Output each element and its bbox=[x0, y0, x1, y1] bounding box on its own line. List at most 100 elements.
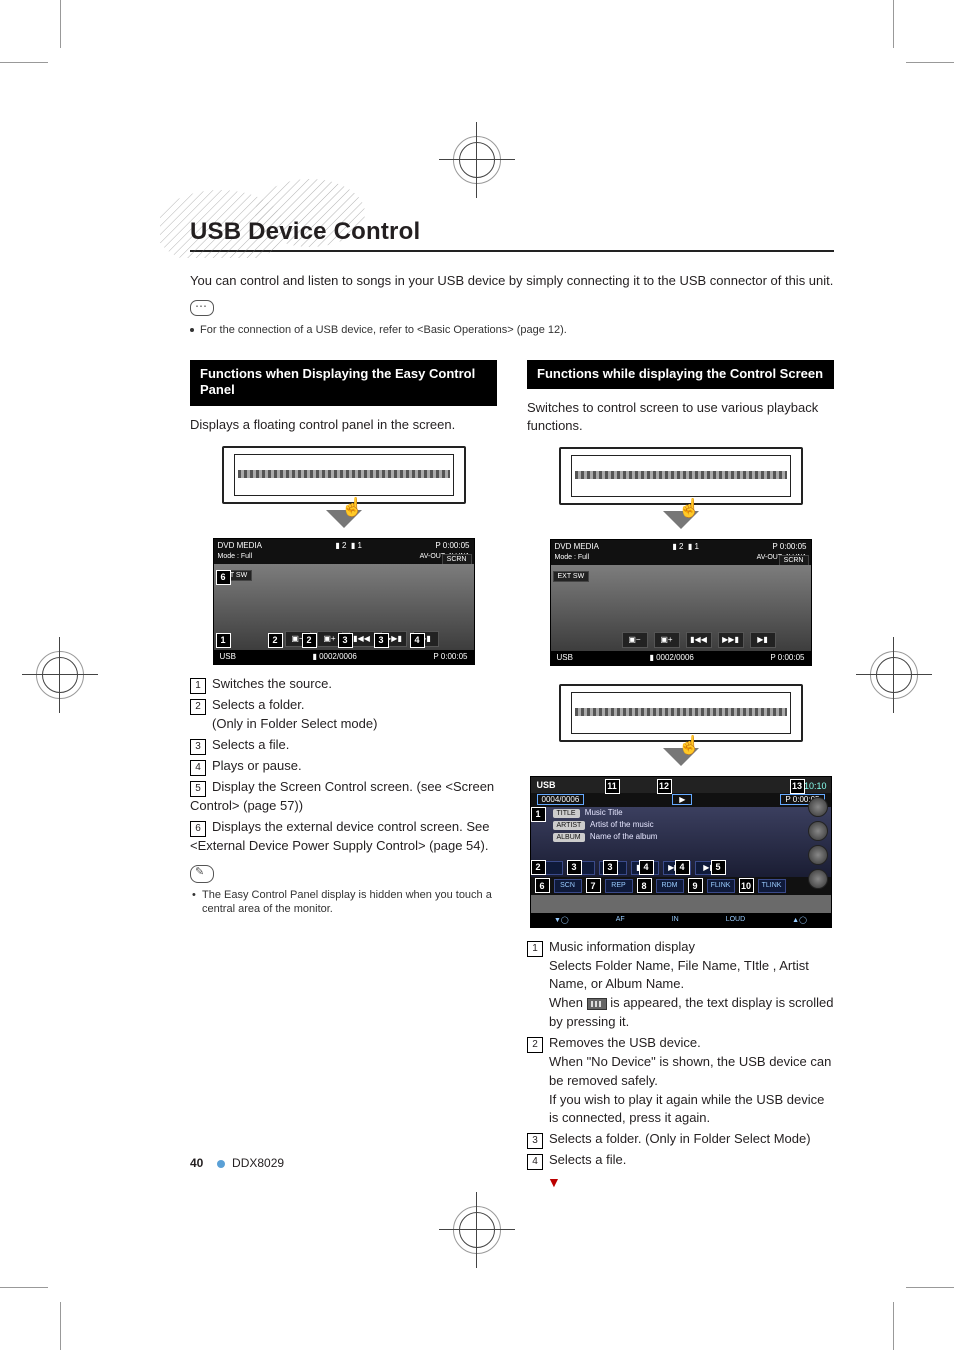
crop-mark bbox=[0, 1287, 48, 1288]
footer-dot-icon bbox=[217, 1160, 225, 1168]
manual-page: USB Device Control You can control and l… bbox=[0, 0, 954, 1350]
right-item-4: Selects a file. bbox=[549, 1152, 626, 1167]
right-callout-list: 1Music information display Selects Folde… bbox=[527, 938, 834, 1171]
ctrl-info-area: 1 TITLE Music Title ARTIST Artist of the… bbox=[531, 807, 831, 877]
ctrl-callout-2: 2 bbox=[531, 860, 546, 875]
crop-mark bbox=[60, 0, 61, 48]
shot-src-label: DVD MEDIA bbox=[218, 541, 262, 550]
ctrl-bottom-strip: ▼◯ AF IN LOUD ▲◯ bbox=[531, 913, 831, 927]
crop-mark bbox=[893, 0, 894, 48]
page-content: USB Device Control You can control and l… bbox=[190, 218, 834, 1190]
left-item-4: Plays or pause. bbox=[212, 758, 302, 773]
ext-sw-badge: EXT SW bbox=[553, 571, 590, 582]
registration-mark-top bbox=[447, 130, 507, 190]
callout-6: 6 bbox=[216, 570, 231, 585]
left-item-2-sub: (Only in Folder Select mode) bbox=[212, 715, 497, 734]
ctrl-callout-4b: 4 bbox=[675, 860, 690, 875]
ctrl-callout-3b: 3 bbox=[603, 860, 618, 875]
continue-indicator-icon: ▼ bbox=[547, 1174, 834, 1190]
ctrl-callout-4: 4 bbox=[639, 860, 654, 875]
note-row bbox=[190, 300, 834, 318]
shot-control-bar: ▣− ▣+ ▮◀◀ ▶▶▮ ▶▮ bbox=[593, 632, 805, 648]
right-item-1-sub2: When is appeared, the text display is sc… bbox=[549, 994, 834, 1032]
callout-1: 1 bbox=[216, 633, 231, 648]
touch-hand-icon: ☝ bbox=[678, 735, 700, 756]
shot-foot-src: USB bbox=[220, 652, 236, 661]
ctrl-title: Music Title bbox=[585, 808, 623, 817]
ctrl-src: USB bbox=[537, 780, 556, 790]
ctrl-album: Name of the album bbox=[590, 832, 658, 841]
ctrl-callout-13: 13 bbox=[790, 779, 805, 794]
ctrl-play-state: ▶ bbox=[672, 794, 692, 805]
left-section-heading: Functions when Displaying the Easy Contr… bbox=[190, 360, 497, 407]
registration-mark-left bbox=[30, 645, 90, 705]
ctrl-callout-11: 11 bbox=[605, 779, 620, 794]
left-callout-list: 1Switches the source. 2Selects a folder.… bbox=[190, 675, 497, 856]
scroll-icon bbox=[587, 998, 607, 1010]
ctrl-button-row: 6 SCN 7 REP 8 RDM 9 FLINK 10 TLINK bbox=[531, 877, 831, 895]
crop-mark bbox=[906, 1287, 954, 1288]
model-name: DDX8029 bbox=[232, 1156, 284, 1170]
callout-3b: 3 bbox=[374, 633, 389, 648]
page-title: USB Device Control bbox=[190, 218, 834, 246]
side-icon bbox=[808, 845, 828, 865]
right-item-2-sub1: When "No Device" is shown, the USB devic… bbox=[549, 1053, 834, 1091]
side-icon bbox=[808, 821, 828, 841]
callout-3: 3 bbox=[338, 633, 353, 648]
tip-icon bbox=[190, 865, 214, 883]
right-item-3: Selects a folder. (Only in Folder Select… bbox=[549, 1131, 811, 1146]
right-section-heading: Functions while displaying the Control S… bbox=[527, 360, 834, 390]
shot-time: P 0:00:05 bbox=[435, 541, 469, 550]
crop-mark bbox=[60, 1302, 61, 1350]
left-tip-text: The Easy Control Panel display is hidden… bbox=[202, 888, 497, 918]
shot-control-bar: ▣− ▣+ ▮◀◀ ▶▶▮ ▶▮ bbox=[256, 631, 468, 647]
touch-hand-icon: ☝ bbox=[678, 498, 700, 519]
side-icon bbox=[808, 797, 828, 817]
ctrl-count: 0004/0006 bbox=[537, 794, 585, 805]
touch-hand-icon: ☝ bbox=[341, 497, 363, 518]
side-icon bbox=[808, 869, 828, 889]
callout-2: 2 bbox=[268, 633, 283, 648]
crop-mark bbox=[906, 62, 954, 63]
two-column-layout: Functions when Displaying the Easy Contr… bbox=[190, 360, 834, 1191]
easy-panel-screenshot: DVD MEDIA ▮ 2 ▮ 1 P 0:00:05 Mode : Full … bbox=[213, 538, 475, 665]
callout-2b: 2 bbox=[302, 633, 317, 648]
intro-text: You can control and listen to songs in y… bbox=[190, 272, 834, 290]
ctrl-callout-10: 10 bbox=[739, 878, 754, 893]
connection-note-text: For the connection of a USB device, refe… bbox=[200, 324, 567, 336]
left-item-2: Selects a folder. bbox=[212, 697, 305, 712]
right-column: Functions while displaying the Control S… bbox=[527, 360, 834, 1191]
tip-row bbox=[190, 865, 497, 883]
right-item-1: Music information display bbox=[549, 939, 695, 954]
crop-mark bbox=[893, 1302, 894, 1350]
registration-mark-bottom bbox=[447, 1200, 507, 1260]
left-item-5: Display the Screen Control screen. (see … bbox=[190, 779, 494, 813]
page-number: 40 bbox=[190, 1156, 203, 1170]
info-icon bbox=[190, 300, 214, 316]
shot-foot-time: P 0:00:05 bbox=[433, 652, 467, 661]
section-title-bar: USB Device Control bbox=[190, 218, 834, 252]
device-illustration: ☝ bbox=[222, 446, 466, 504]
right-item-2: Removes the USB device. bbox=[549, 1035, 701, 1050]
right-panel-screenshot: DVD MEDIA ▮ 2 ▮ 1 P 0:00:05 Mode : Full … bbox=[550, 539, 812, 666]
registration-mark-right bbox=[864, 645, 924, 705]
control-screen-screenshot: USB 10:10 0004/0006 ▶ P 0:00:05 11 12 13… bbox=[530, 776, 832, 928]
ctrl-callout-9: 9 bbox=[688, 878, 703, 893]
right-item-2-sub2: If you wish to play it again while the U… bbox=[549, 1091, 834, 1129]
page-footer: 40 DDX8029 bbox=[190, 1156, 284, 1170]
ctrl-callout-3: 3 bbox=[567, 860, 582, 875]
ctrl-callout-5: 5 bbox=[711, 860, 726, 875]
ctrl-callout-6: 6 bbox=[535, 878, 550, 893]
ctrl-artist: Artist of the music bbox=[590, 820, 654, 829]
left-item-3: Selects a file. bbox=[212, 737, 289, 752]
ctrl-clock: 10:10 bbox=[804, 781, 827, 791]
ctrl-callout-7: 7 bbox=[586, 878, 601, 893]
callout-4: 4 bbox=[410, 633, 425, 648]
device-illustration: ☝ bbox=[559, 684, 803, 742]
ctrl-callout-1: 1 bbox=[531, 807, 546, 822]
crop-mark bbox=[0, 62, 48, 63]
left-section-desc: Displays a floating control panel in the… bbox=[190, 416, 497, 434]
ctrl-callout-8: 8 bbox=[637, 878, 652, 893]
right-section-desc: Switches to control screen to use variou… bbox=[527, 399, 834, 434]
left-item-6: Displays the external device control scr… bbox=[190, 819, 489, 853]
